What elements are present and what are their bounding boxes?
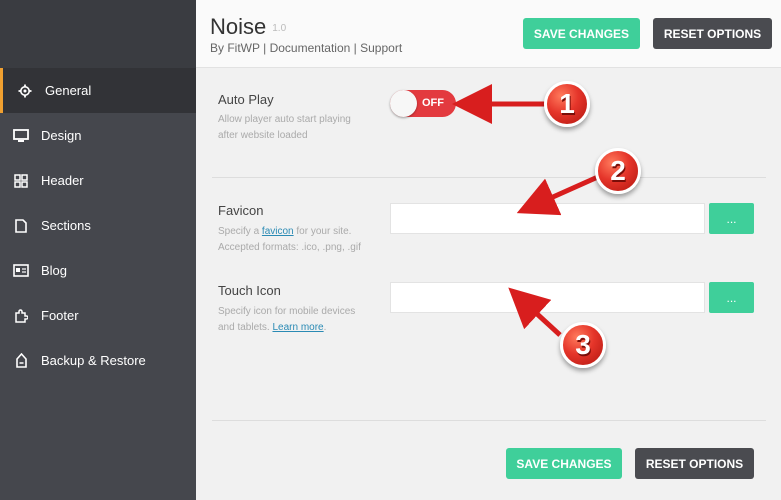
documentation-link[interactable]: Documentation — [270, 41, 351, 55]
save-button[interactable]: SAVE CHANGES — [523, 18, 640, 49]
page-icon — [12, 218, 30, 234]
sidebar-item-general[interactable]: General — [0, 68, 196, 113]
divider — [212, 420, 766, 421]
restore-icon — [12, 353, 30, 369]
grid-icon — [12, 173, 30, 189]
sidebar: General Design Header Sections Blog Foot… — [0, 0, 196, 500]
callout-badge-1: 1 — [544, 81, 590, 127]
learn-more-link[interactable]: Learn more — [272, 322, 323, 333]
touch-icon-label: Touch Icon — [218, 283, 281, 298]
sidebar-item-footer[interactable]: Footer — [0, 293, 196, 338]
reset-button[interactable]: RESET OPTIONS — [653, 18, 772, 49]
author-link[interactable]: By FitWP — [210, 41, 260, 55]
toggle-state: OFF — [422, 97, 444, 109]
theme-name: Noise — [210, 14, 267, 39]
autoplay-label: Auto Play — [218, 92, 274, 107]
gear-icon — [16, 83, 34, 99]
favicon-link[interactable]: favicon — [262, 226, 294, 237]
sidebar-item-label: General — [45, 83, 92, 98]
sidebar-item-label: Design — [41, 128, 82, 143]
favicon-description: Specify a favicon for your site. Accepte… — [218, 226, 361, 253]
monitor-icon — [12, 128, 30, 144]
autoplay-description: Allow player auto start playing after we… — [218, 114, 351, 141]
sidebar-item-label: Header — [41, 173, 84, 188]
toggle-knob — [390, 90, 417, 117]
callout-badge-3: 3 — [560, 322, 606, 368]
theme-version: 1.0 — [272, 23, 287, 34]
options-panel: Auto Play Allow player auto start playin… — [196, 69, 781, 500]
sidebar-item-label: Footer — [41, 308, 79, 323]
touch-icon-browse-button[interactable]: ... — [709, 282, 754, 313]
favicon-label: Favicon — [218, 203, 264, 218]
favicon-browse-button[interactable]: ... — [709, 203, 754, 234]
divider — [212, 177, 766, 178]
sidebar-item-sections[interactable]: Sections — [0, 203, 196, 248]
sidebar-item-label: Backup & Restore — [41, 353, 146, 368]
blog-icon — [12, 263, 30, 279]
puzzle-icon — [12, 308, 30, 324]
footer-reset-button[interactable]: RESET OPTIONS — [635, 448, 754, 479]
header-subtitle: By FitWP | Documentation | Support — [210, 41, 402, 55]
sidebar-item-label: Sections — [41, 218, 91, 233]
autoplay-toggle[interactable]: OFF — [390, 90, 456, 117]
sidebar-item-blog[interactable]: Blog — [0, 248, 196, 293]
page-title: Noise 1.0 — [210, 14, 286, 40]
separator: | — [353, 41, 357, 55]
support-link[interactable]: Support — [360, 41, 402, 55]
touch-icon-description: Specify icon for mobile devices and tabl… — [218, 306, 356, 333]
sidebar-item-header[interactable]: Header — [0, 158, 196, 203]
footer-save-button[interactable]: SAVE CHANGES — [506, 448, 622, 479]
favicon-input[interactable] — [390, 203, 705, 234]
touch-icon-input[interactable] — [390, 282, 705, 313]
sidebar-logo-area — [0, 0, 196, 68]
sidebar-item-label: Blog — [41, 263, 68, 278]
callout-badge-2: 2 — [595, 148, 641, 194]
page-header: Noise 1.0 By FitWP | Documentation | Supp… — [196, 0, 781, 68]
separator: | — [263, 41, 267, 55]
sidebar-item-design[interactable]: Design — [0, 113, 196, 158]
sidebar-item-backup-restore[interactable]: Backup & Restore — [0, 338, 196, 383]
